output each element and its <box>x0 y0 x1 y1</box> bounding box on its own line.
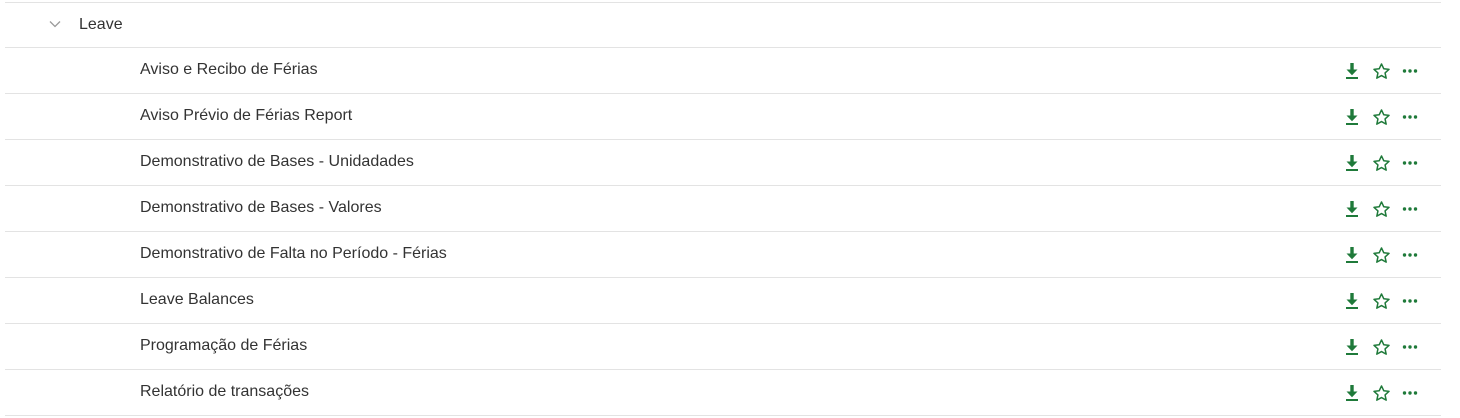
report-row[interactable]: Demonstrativo de Falta no Período - Féri… <box>5 232 1441 278</box>
report-row[interactable]: Demonstrativo de Bases - Unidadades <box>5 140 1441 186</box>
report-name: Aviso e Recibo de Férias <box>140 61 318 78</box>
report-name: Relatório de transações <box>140 383 309 400</box>
download-icon[interactable] <box>1341 106 1363 128</box>
row-actions <box>1341 60 1421 82</box>
star-icon[interactable] <box>1370 60 1392 82</box>
star-icon[interactable] <box>1370 336 1392 358</box>
star-icon[interactable] <box>1370 244 1392 266</box>
row-actions <box>1341 336 1421 358</box>
more-options-icon[interactable] <box>1399 152 1421 174</box>
group-label: Leave <box>79 16 123 33</box>
report-name: Demonstrativo de Bases - Unidadades <box>140 153 414 170</box>
report-name: Programação de Férias <box>140 337 308 354</box>
star-icon[interactable] <box>1370 152 1392 174</box>
star-icon[interactable] <box>1370 290 1392 312</box>
group-header-leave[interactable]: Leave <box>5 3 1441 48</box>
chevron-down-icon[interactable] <box>48 17 62 31</box>
star-icon[interactable] <box>1370 198 1392 220</box>
download-icon[interactable] <box>1341 336 1363 358</box>
download-icon[interactable] <box>1341 60 1363 82</box>
download-icon[interactable] <box>1341 244 1363 266</box>
row-actions <box>1341 152 1421 174</box>
row-actions <box>1341 290 1421 312</box>
row-actions <box>1341 106 1421 128</box>
report-name: Demonstrativo de Bases - Valores <box>140 199 382 216</box>
more-options-icon[interactable] <box>1399 244 1421 266</box>
report-row[interactable]: Aviso Prévio de Férias Report <box>5 94 1441 140</box>
more-options-icon[interactable] <box>1399 290 1421 312</box>
report-list: Leave Aviso e Recibo de Férias Aviso Pré… <box>0 0 1460 418</box>
more-options-icon[interactable] <box>1399 336 1421 358</box>
row-actions <box>1341 244 1421 266</box>
report-row[interactable]: Relatório de transações <box>5 370 1441 416</box>
more-options-icon[interactable] <box>1399 106 1421 128</box>
more-options-icon[interactable] <box>1399 60 1421 82</box>
row-actions <box>1341 382 1421 404</box>
more-options-icon[interactable] <box>1399 382 1421 404</box>
report-row[interactable]: Leave Balances <box>5 278 1441 324</box>
report-name: Demonstrativo de Falta no Período - Féri… <box>140 245 447 262</box>
download-icon[interactable] <box>1341 152 1363 174</box>
row-actions <box>1341 198 1421 220</box>
star-icon[interactable] <box>1370 382 1392 404</box>
star-icon[interactable] <box>1370 106 1392 128</box>
report-row[interactable]: Demonstrativo de Bases - Valores <box>5 186 1441 232</box>
download-icon[interactable] <box>1341 290 1363 312</box>
report-row[interactable]: Aviso e Recibo de Férias <box>5 48 1441 94</box>
more-options-icon[interactable] <box>1399 198 1421 220</box>
report-name: Aviso Prévio de Férias Report <box>140 107 353 124</box>
report-name: Leave Balances <box>140 291 254 308</box>
download-icon[interactable] <box>1341 382 1363 404</box>
report-rows: Aviso e Recibo de Férias Aviso Prévio de… <box>5 48 1441 416</box>
report-row[interactable]: Programação de Férias <box>5 324 1441 370</box>
download-icon[interactable] <box>1341 198 1363 220</box>
